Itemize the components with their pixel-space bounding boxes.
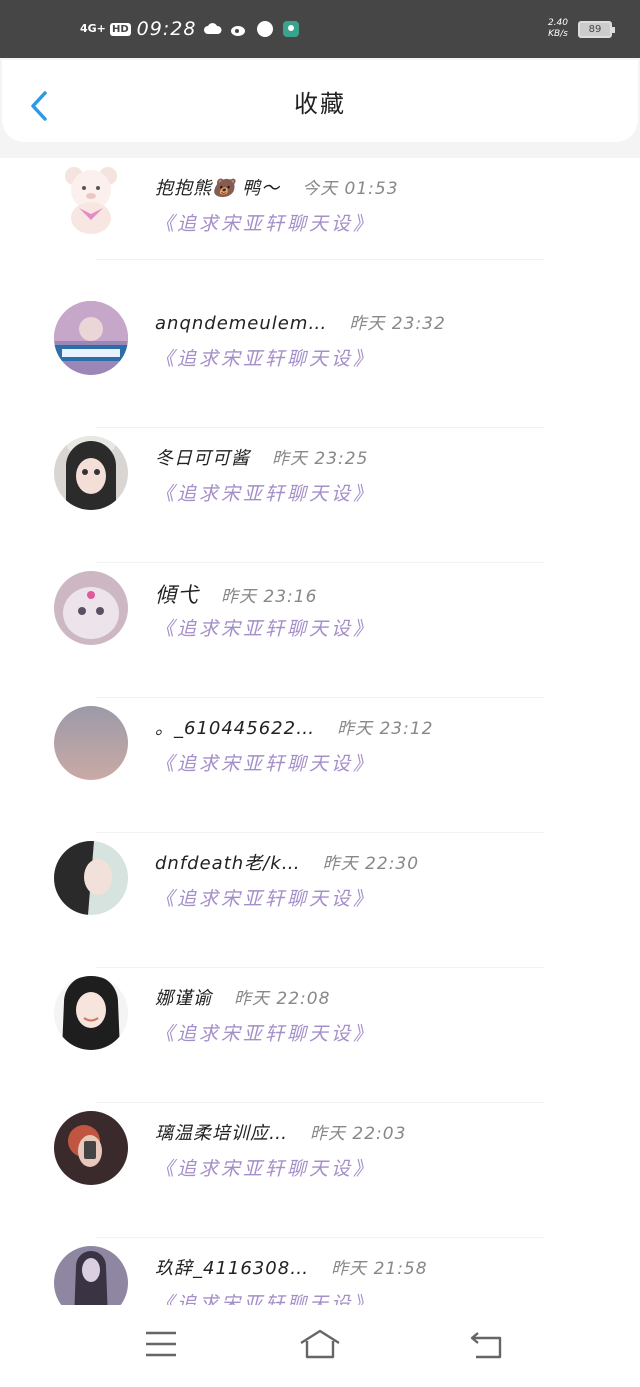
item-header: 傾弋 昨天 23:16: [155, 579, 317, 609]
item-header: 。_610445622… 昨天 23:12: [155, 714, 433, 740]
divider: [95, 259, 545, 260]
hd-badge: HD: [110, 22, 131, 36]
list-item[interactable]: 璃温柔培训应… 昨天 22:03 《追求宋亚轩聊天设》: [0, 1103, 640, 1238]
item-name: 玖辞_4116308…: [155, 1258, 310, 1279]
item-subtitle: 《追求宋亚轩聊天设》: [155, 483, 376, 505]
item-time: 昨天 23:16: [221, 587, 318, 607]
chevron-left-icon[interactable]: [28, 90, 50, 122]
avatar: [54, 571, 128, 645]
item-time: 昨天 23:25: [272, 449, 369, 469]
item-subtitle: 《追求宋亚轩聊天设》: [155, 1023, 376, 1045]
item-time: 昨天 21:58: [331, 1259, 428, 1279]
item-time: 昨天 22:30: [322, 854, 420, 874]
item-time: 昨天 23:12: [337, 719, 434, 739]
item-time: 今天 01:53: [302, 179, 399, 199]
item-name: anqndemeulem…: [155, 313, 328, 334]
item-header: 玖辞_4116308… 昨天 21:58: [155, 1254, 428, 1280]
item-header: 璃温柔培训应… 昨天 22:03: [155, 1119, 406, 1145]
item-name: 。_610445622…: [155, 718, 316, 739]
menu-icon[interactable]: [140, 1327, 182, 1361]
item-header: dnfdeath老/k… 昨天 22:30: [155, 849, 419, 875]
avatar: [54, 706, 128, 780]
list-item[interactable]: 娜谨谕 昨天 22:08 《追求宋亚轩聊天设》: [0, 968, 640, 1103]
avatar: [54, 976, 128, 1050]
battery-level: 89: [588, 23, 602, 35]
back-icon[interactable]: [466, 1327, 508, 1361]
home-icon[interactable]: [299, 1327, 341, 1361]
favorites-list: 抱抱熊🐻 鸭～ 今天 01:53 《追求宋亚轩聊天设》 anqndemeulem…: [0, 158, 640, 1373]
list-item[interactable]: 抱抱熊🐻 鸭～ 今天 01:53 《追求宋亚轩聊天设》: [0, 158, 640, 293]
navigation-bar: [0, 1305, 640, 1387]
compass-icon: [257, 21, 274, 37]
item-header: 冬日可可酱 昨天 23:25: [155, 444, 368, 470]
list-item[interactable]: 。_610445622… 昨天 23:12 《追求宋亚轩聊天设》: [0, 698, 640, 833]
speed-unit: KB/s: [548, 29, 568, 39]
item-name: 璃温柔培训应…: [155, 1123, 288, 1144]
avatar: [54, 301, 128, 375]
item-time: 昨天 23:32: [349, 314, 446, 334]
weibo-icon: [231, 26, 246, 36]
speed-value: 2.40: [547, 18, 568, 28]
item-name: 冬日可可酱: [155, 448, 250, 469]
page-title: 收藏: [294, 89, 346, 118]
header: 收藏: [0, 58, 640, 158]
item-time: 昨天 22:03: [310, 1124, 407, 1144]
cloud-icon: [204, 23, 222, 34]
battery-icon: 89: [578, 20, 615, 38]
item-subtitle: 《追求宋亚轩聊天设》: [155, 753, 376, 775]
avatar: [54, 841, 128, 915]
list-item[interactable]: 傾弋 昨天 23:16 《追求宋亚轩聊天设》: [0, 563, 640, 698]
item-name: 傾弋: [155, 583, 199, 607]
item-name: 抱抱熊🐻 鸭～: [155, 178, 281, 199]
network-speed: 2.40 KB/s: [548, 18, 568, 40]
list-item[interactable]: 冬日可可酱 昨天 23:25 《追求宋亚轩聊天设》: [0, 428, 640, 563]
status-bar: 4G+ HD 09:28 2.40 KB/s 89: [0, 0, 640, 58]
status-time: 09:28: [136, 18, 197, 40]
item-time: 昨天 22:08: [234, 989, 331, 1009]
item-subtitle: 《追求宋亚轩聊天设》: [155, 1158, 376, 1180]
item-header: 娜谨谕 昨天 22:08: [155, 984, 330, 1010]
item-subtitle: 《追求宋亚轩聊天设》: [155, 213, 376, 235]
item-name: 娜谨谕: [155, 988, 212, 1009]
avatar: [65, 167, 117, 234]
header-card: 收藏: [2, 60, 638, 142]
list-item[interactable]: anqndemeulem… 昨天 23:32 《追求宋亚轩聊天设》: [0, 293, 640, 428]
item-header: anqndemeulem… 昨天 23:32: [155, 309, 446, 334]
item-subtitle: 《追求宋亚轩聊天设》: [155, 348, 376, 370]
item-header: 抱抱熊🐻 鸭～ 今天 01:53: [155, 174, 399, 200]
item-subtitle: 《追求宋亚轩聊天设》: [155, 618, 376, 640]
network-type: 4G+: [80, 22, 106, 35]
list-item[interactable]: dnfdeath老/k… 昨天 22:30 《追求宋亚轩聊天设》: [0, 833, 640, 968]
item-name: dnfdeath老/k…: [155, 853, 301, 874]
avatar: [54, 1111, 128, 1185]
app-icon: [283, 21, 300, 37]
network-indicator: 4G+: [80, 22, 110, 35]
item-subtitle: 《追求宋亚轩聊天设》: [155, 888, 376, 910]
avatar: [54, 436, 128, 510]
